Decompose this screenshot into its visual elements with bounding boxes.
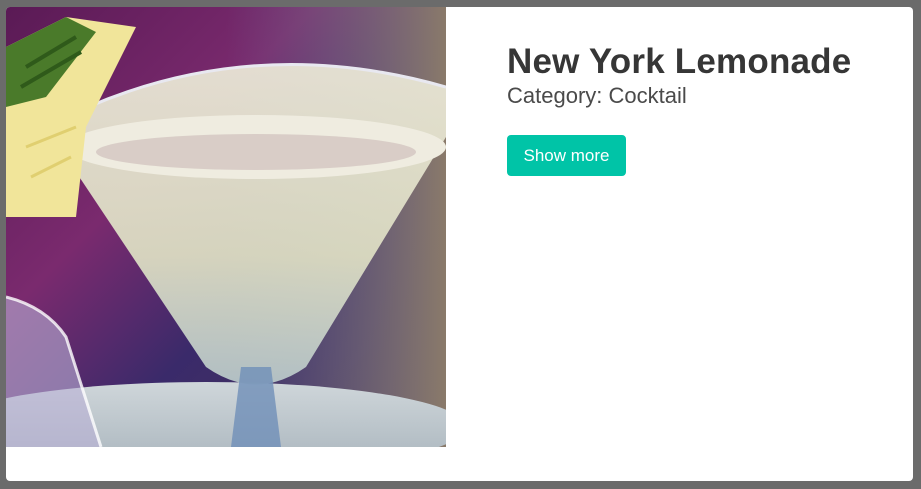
show-more-button[interactable]: Show more	[507, 135, 626, 176]
drink-category: Category: Cocktail	[507, 83, 687, 108]
drink-info: New York Lemonade Category: Cocktail Sho…	[507, 41, 907, 176]
drink-card: New York Lemonade Category: Cocktail Sho…	[6, 7, 913, 481]
drink-title: New York Lemonade	[507, 42, 852, 81]
cocktail-photo	[6, 7, 446, 447]
